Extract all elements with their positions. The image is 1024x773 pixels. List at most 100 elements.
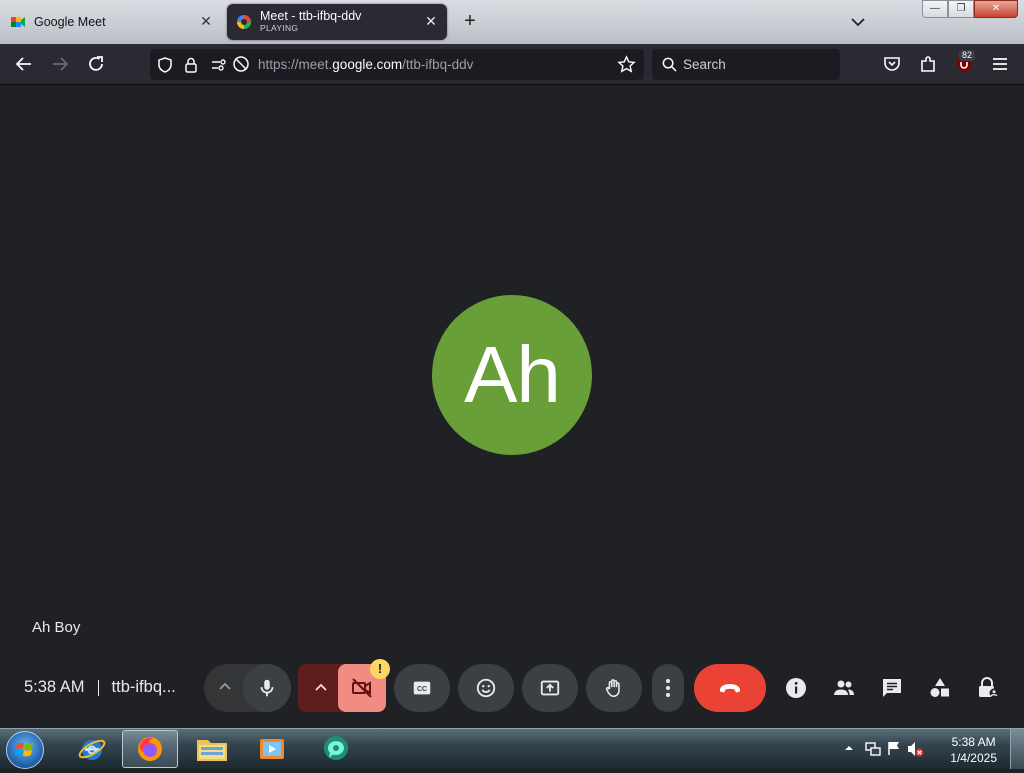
system-tray: 5:38 AM 1/4/2025 [834, 729, 1024, 769]
firefox-icon [138, 737, 162, 761]
reactions-button[interactable] [458, 664, 514, 712]
media-player-icon [260, 739, 284, 759]
tab-close-icon[interactable]: ✕ [198, 13, 214, 29]
meeting-code[interactable]: ttb-ifbq... [112, 678, 176, 697]
minimize-button[interactable]: — [922, 0, 948, 18]
windows-taskbar: 5:38 AM 1/4/2025 [0, 728, 1024, 769]
shapes-icon [930, 678, 949, 697]
google-meet-favicon-icon [11, 17, 25, 27]
hamburger-menu-icon [993, 58, 1007, 70]
shield-icon[interactable] [156, 56, 174, 74]
camera-warning-badge[interactable]: ! [370, 659, 390, 679]
people-icon [834, 680, 854, 695]
clock-date: 1/4/2025 [950, 751, 997, 765]
present-screen-icon [540, 680, 560, 696]
tab-google-meet[interactable]: Google Meet ✕ [0, 4, 222, 40]
browser-toolbar: https://meet.google.com/ttb-ifbq-ddv Sea… [0, 44, 1024, 85]
hand-icon [605, 679, 620, 698]
forward-button[interactable] [48, 52, 72, 76]
permissions-icon[interactable] [210, 56, 228, 74]
taskbar-firefox[interactable] [122, 730, 178, 768]
extensions-button[interactable] [916, 52, 940, 76]
lock-icon[interactable] [182, 56, 200, 74]
more-vert-icon [666, 679, 670, 697]
camera-blocked-icon[interactable] [232, 55, 250, 73]
taskbar-chat-app[interactable] [308, 730, 364, 768]
taskbar-file-explorer[interactable] [184, 730, 240, 768]
tab-meet-active[interactable]: Meet - ttb-ifbq-ddv PLAYING ✕ [227, 4, 447, 40]
google-favicon-icon [237, 15, 251, 29]
chevron-down-icon [851, 18, 865, 27]
meeting-info-line: 5:38 AM ttb-ifbq... [24, 678, 176, 697]
leave-call-button[interactable] [694, 664, 766, 712]
people-button[interactable] [832, 676, 856, 700]
meeting-details-button[interactable] [784, 676, 808, 700]
url-prefix: https://meet. [258, 57, 333, 72]
restore-button[interactable]: ❐ [948, 0, 974, 18]
tab-close-icon[interactable]: ✕ [423, 13, 439, 29]
windows-logo-icon [15, 742, 33, 757]
microphone-icon [260, 679, 274, 697]
taskbar-clock[interactable]: 5:38 AM 1/4/2025 [950, 734, 997, 766]
reload-icon [89, 56, 103, 71]
clock-time: 5:38 AM [951, 735, 996, 749]
chat-icon [883, 679, 901, 697]
microphone-control-group [204, 664, 291, 712]
volume-muted-icon[interactable] [906, 740, 924, 758]
network-icon[interactable] [864, 740, 882, 758]
url-path: /ttb-ifbq-ddv [402, 57, 474, 72]
tab-title: Meet - ttb-ifbq-ddv [260, 9, 362, 24]
raise-hand-button[interactable] [586, 664, 642, 712]
back-button[interactable] [12, 52, 36, 76]
activities-button[interactable] [928, 676, 952, 700]
app-menu-button[interactable] [988, 52, 1012, 76]
tab-playing-label: PLAYING [260, 23, 299, 34]
pocket-button[interactable] [880, 52, 904, 76]
arrow-left-icon [15, 57, 31, 71]
arrow-right-icon [53, 57, 69, 71]
svg-text:CC: CC [417, 686, 427, 693]
new-tab-button[interactable]: + [458, 10, 482, 34]
search-placeholder: Search [683, 57, 726, 72]
camera-off-icon [352, 678, 372, 698]
bookmark-star-icon[interactable] [617, 55, 636, 74]
meeting-time: 5:38 AM [24, 678, 85, 696]
chat-bubble-app-icon [324, 736, 348, 760]
tab-title: Google Meet [34, 15, 106, 29]
divider [97, 679, 99, 696]
emoji-icon [476, 678, 496, 698]
action-center-flag-icon[interactable] [886, 740, 902, 756]
chat-button[interactable] [880, 676, 904, 700]
microphone-button[interactable] [243, 664, 291, 712]
window-controls: — ❐ ✕ [922, 0, 1018, 18]
search-icon [662, 57, 677, 72]
meet-stage: Ah Ah Boy 5:38 AM ttb-ifbq... ! CC [0, 86, 1024, 728]
internet-explorer-icon [78, 739, 106, 760]
search-bar[interactable]: Search [652, 49, 840, 80]
taskbar-internet-explorer[interactable] [64, 730, 120, 768]
browser-tab-strip: Google Meet ✕ Meet - ttb-ifbq-ddv PLAYIN… [0, 0, 1024, 44]
close-window-button[interactable]: ✕ [974, 0, 1018, 18]
show-desktop-button[interactable] [1010, 729, 1024, 769]
extension-badge: 82 [959, 50, 976, 61]
lock-person-icon [979, 677, 999, 698]
chevron-up-icon[interactable] [312, 679, 330, 697]
address-bar[interactable]: https://meet.google.com/ttb-ifbq-ddv [150, 49, 644, 80]
list-all-tabs-button[interactable] [846, 10, 870, 34]
url-text[interactable]: https://meet.google.com/ttb-ifbq-ddv [258, 57, 473, 72]
folder-icon [197, 740, 227, 761]
chevron-up-icon[interactable] [216, 678, 234, 696]
host-controls-button[interactable] [976, 676, 1000, 700]
url-domain: google.com [332, 57, 403, 72]
more-options-button[interactable] [652, 664, 684, 712]
taskbar-media-player[interactable] [244, 730, 300, 768]
closed-captions-icon: CC [413, 681, 431, 695]
present-screen-button[interactable] [522, 664, 578, 712]
start-button[interactable] [6, 731, 44, 769]
reload-button[interactable] [84, 52, 108, 76]
pocket-icon [884, 57, 900, 71]
hang-up-icon [720, 684, 740, 693]
participant-name: Ah Boy [32, 619, 81, 636]
captions-button[interactable]: CC [394, 664, 450, 712]
show-hidden-icons-icon[interactable] [844, 743, 854, 753]
